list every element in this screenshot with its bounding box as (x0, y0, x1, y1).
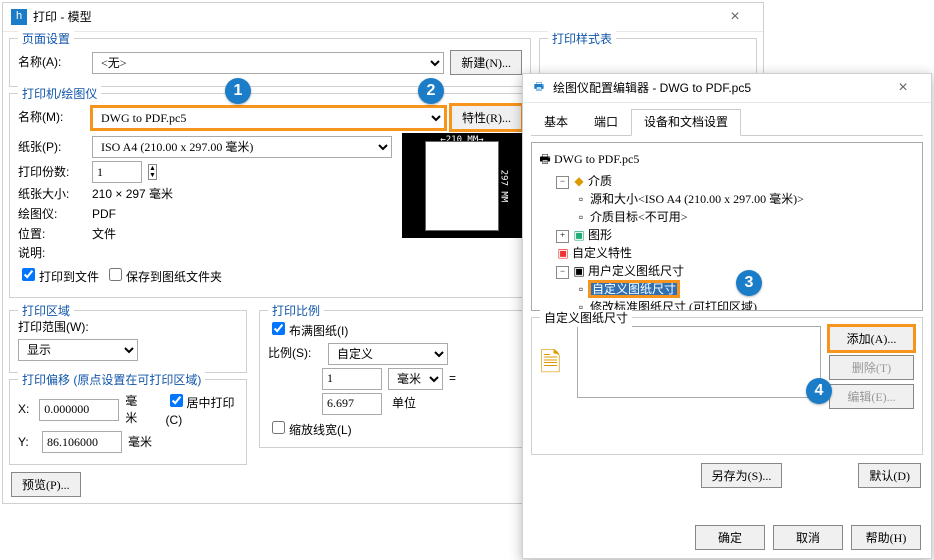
delete-button: 删除(T) (829, 355, 914, 380)
collapse-icon[interactable]: − (556, 266, 569, 279)
tab-basic[interactable]: 基本 (531, 109, 581, 136)
properties-button[interactable]: 特性(R)... (451, 105, 522, 130)
new-button[interactable]: 新建(N)... (450, 50, 522, 75)
add-button[interactable]: 添加(A)... (829, 326, 914, 351)
editor-tabs: 基本 端口 设备和文档设置 (531, 109, 923, 136)
collapse-icon[interactable]: − (556, 176, 569, 189)
to-file-check[interactable]: 打印到文件 (18, 265, 99, 286)
editor-title: 绘图仪配置编辑器 - DWG to PDF.pc5 (553, 80, 883, 97)
tab-device-doc[interactable]: 设备和文档设置 (631, 109, 741, 136)
y-label: Y: (18, 434, 36, 451)
badge-1: 1 (225, 78, 251, 104)
badge-2: 2 (418, 78, 444, 104)
tab-port[interactable]: 端口 (581, 109, 631, 136)
custom-size-legend: 自定义图纸尺寸 (540, 310, 632, 327)
y-input[interactable] (42, 431, 122, 453)
fit-check[interactable]: 布满图纸(I) (268, 324, 348, 338)
name-m-select[interactable]: DWG to PDF.pc5 (92, 107, 445, 129)
loc-value: 文件 (92, 226, 116, 243)
papersize-label: 纸张大小: (18, 186, 86, 203)
scale-select[interactable]: 自定义 (328, 343, 448, 365)
close-icon[interactable]: × (715, 6, 755, 28)
unit-num-input[interactable] (322, 368, 382, 390)
tree-item-custom-size[interactable]: ▫自定义图纸尺寸 3 (574, 280, 916, 297)
editor-cancel-button[interactable]: 取消 (773, 525, 843, 550)
printer-legend: 打印机/绘图仪 (18, 86, 101, 103)
style-group: 打印样式表 (539, 38, 757, 76)
print-title: 打印 - 模型 (33, 9, 715, 26)
desc-label: 说明: (18, 245, 86, 262)
offset-group: 打印偏移 (原点设置在可打印区域) X:毫米 居中打印(C) Y:毫米 (9, 379, 247, 466)
name-a-select[interactable]: <无> (92, 52, 444, 74)
custom-size-group: 自定义图纸尺寸 🗎 添加(A)... 删除(T) 编辑(E)... 4 (531, 317, 923, 455)
name-m-label: 名称(M): (18, 109, 86, 126)
scale-legend: 打印比例 (268, 303, 324, 320)
range-label: 打印范围(W): (18, 319, 238, 336)
preview-button[interactable]: 预览(P)... (11, 472, 81, 497)
unit-mm-select[interactable]: 毫米 (388, 368, 443, 390)
paper-label: 纸张(P): (18, 139, 86, 156)
edit-button: 编辑(E)... (829, 384, 914, 409)
badge-4: 4 (806, 378, 832, 404)
page-icon: 🗎 (540, 344, 561, 380)
offset-legend: 打印偏移 (原点设置在可打印区域) (18, 372, 205, 389)
range-select[interactable]: 显示 (18, 339, 138, 361)
center-check[interactable]: 居中打印(C) (166, 391, 238, 429)
page-setup-group: 页面设置 名称(A): <无> 新建(N)... (9, 38, 531, 87)
print-titlebar: h 打印 - 模型 × (3, 3, 763, 32)
paper-select[interactable]: ISO A4 (210.00 x 297.00 毫米) (92, 136, 392, 158)
default-button[interactable]: 默认(D) (858, 463, 921, 488)
papersize-value: 210 × 297 毫米 (92, 186, 173, 203)
badge-3: 3 (736, 270, 762, 296)
area-legend: 打印区域 (18, 303, 74, 320)
saveas-button[interactable]: 另存为(S)... (701, 463, 783, 488)
editor-close-icon[interactable]: × (883, 77, 923, 99)
loc-label: 位置: (18, 226, 86, 243)
scale-group: 打印比例 布满图纸(I) 比例(S):自定义 毫米= 单位 缩放线宽(L) (259, 310, 527, 448)
editor-titlebar: 🖶 绘图仪配置编辑器 - DWG to PDF.pc5 × (523, 74, 931, 103)
printer-group: 打印机/绘图仪 名称(M): DWG to PDF.pc5 特性(R)... 1… (9, 93, 531, 298)
plotter-value: PDF (92, 206, 116, 223)
name-a-label: 名称(A): (18, 54, 86, 71)
size-list[interactable] (577, 326, 821, 398)
printer-icon: 🖶 (538, 150, 552, 171)
save-sheet-check[interactable]: 保存到图纸文件夹 (105, 265, 222, 286)
editor-ok-button[interactable]: 确定 (695, 525, 765, 550)
x-label: X: (18, 401, 33, 418)
app-icon: h (11, 9, 27, 25)
copies-label: 打印份数: (18, 164, 86, 181)
area-group: 打印区域 打印范围(W): 显示 (9, 310, 247, 373)
config-tree[interactable]: 🖶DWG to PDF.pc5 −◆介质 ▫源和大小<ISO A4 (210.0… (531, 142, 923, 311)
unit-draw-input[interactable] (322, 393, 382, 415)
expand-icon[interactable]: + (556, 230, 569, 243)
copies-spinner[interactable]: ▲▼ (148, 164, 157, 180)
x-input[interactable] (39, 399, 119, 421)
page-setup-legend: 页面设置 (18, 31, 74, 48)
scale-label: 比例(S): (268, 345, 322, 362)
copies-input[interactable] (92, 161, 142, 183)
editor-help-button[interactable]: 帮助(H) (851, 525, 921, 550)
plotter-label: 绘图仪: (18, 206, 86, 223)
scale-lw-check[interactable]: 缩放线宽(L) (268, 423, 352, 437)
plotter-icon: 🖶 (531, 80, 547, 96)
paper-preview: ←210 MM→ 297 MM (402, 133, 522, 238)
style-legend: 打印样式表 (548, 31, 616, 48)
